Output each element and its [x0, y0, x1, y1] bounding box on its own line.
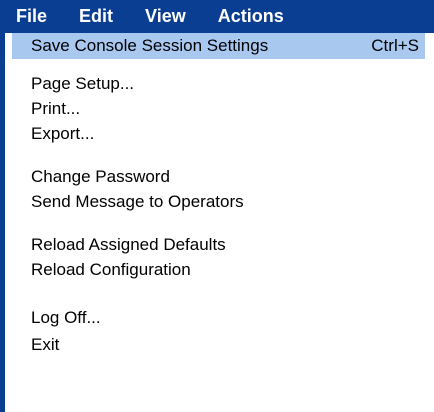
- save-console-session-settings-item[interactable]: Save Console Session Settings Ctrl+S: [12, 33, 425, 59]
- menu-file[interactable]: File: [10, 0, 54, 33]
- reload-configuration-item[interactable]: Reload Configuration: [31, 257, 191, 283]
- export-item[interactable]: Export...: [31, 121, 94, 147]
- file-dropdown-menu: Save Console Session Settings Ctrl+S Pag…: [0, 33, 434, 412]
- menu-bar: File Edit View Actions: [0, 0, 434, 33]
- menu-item-shortcut: Ctrl+S: [371, 36, 419, 55]
- change-password-item[interactable]: Change Password: [31, 164, 170, 190]
- reload-assigned-defaults-item[interactable]: Reload Assigned Defaults: [31, 232, 226, 258]
- menu-actions[interactable]: Actions: [212, 0, 290, 33]
- log-off-item[interactable]: Log Off...: [31, 305, 101, 331]
- print-item[interactable]: Print...: [31, 96, 80, 122]
- menu-view[interactable]: View: [139, 0, 192, 33]
- send-message-item[interactable]: Send Message to Operators: [31, 189, 244, 215]
- exit-item[interactable]: Exit: [31, 332, 59, 358]
- menu-border: [0, 33, 5, 412]
- menu-item-label: Save Console Session Settings: [31, 36, 269, 55]
- menu-edit[interactable]: Edit: [73, 0, 119, 33]
- page-setup-item[interactable]: Page Setup...: [31, 71, 134, 97]
